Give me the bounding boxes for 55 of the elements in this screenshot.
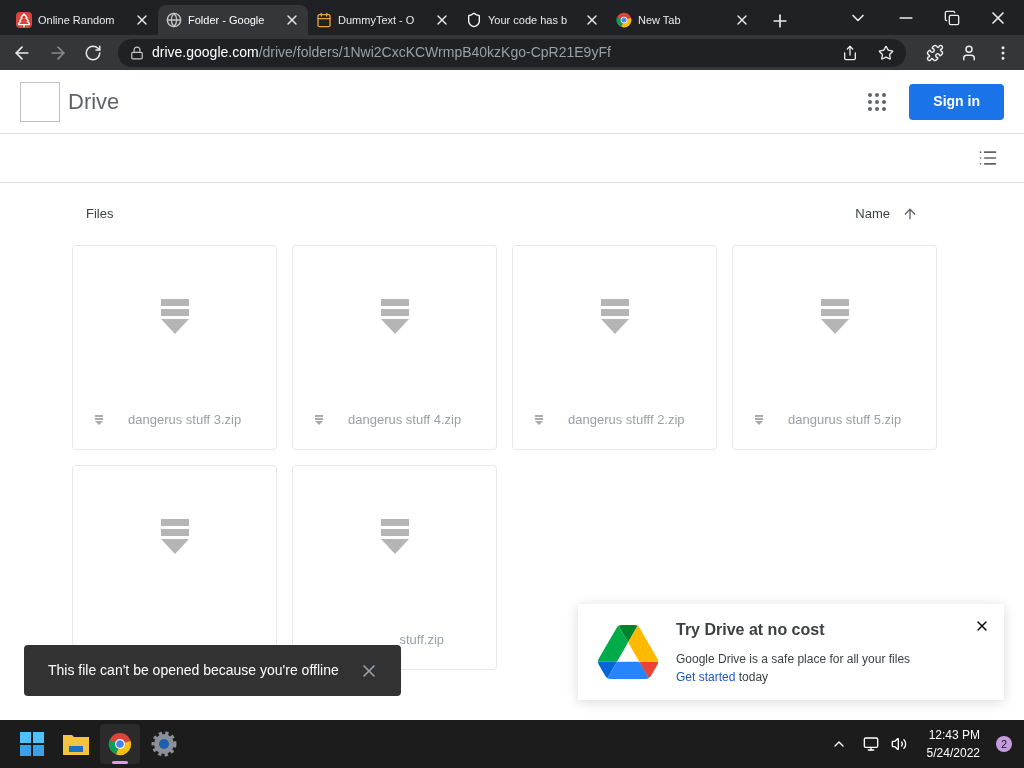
zip-icon	[535, 415, 543, 425]
chrome-logo-icon	[108, 732, 132, 756]
restore-icon[interactable]	[944, 9, 960, 26]
bookmark-star-icon[interactable]	[878, 44, 894, 61]
sort-label[interactable]: Name	[855, 204, 890, 224]
zip-icon	[315, 415, 323, 425]
tab-title: Your code has b	[488, 12, 568, 28]
tab-title: New Tab	[638, 12, 681, 28]
shield-icon	[466, 12, 482, 28]
sort-arrow-icon[interactable]	[902, 206, 918, 222]
tab-title: Online Random	[38, 12, 115, 28]
extensions-icon[interactable]	[926, 43, 944, 62]
list-view-icon[interactable]	[978, 148, 998, 168]
sign-in-button[interactable]: Sign in	[909, 83, 1004, 120]
profile-icon[interactable]	[960, 43, 978, 62]
share-icon[interactable]	[842, 44, 858, 61]
file-name: stuff.zip	[399, 631, 445, 650]
browser-tab[interactable]: DummyText - O	[308, 5, 458, 35]
get-started-link[interactable]: Get started	[676, 670, 736, 684]
notification-badge[interactable]: 2	[996, 736, 1012, 752]
reload-icon[interactable]	[84, 43, 102, 62]
section-heading: Files	[86, 205, 114, 224]
clock-time: 12:43 PM	[928, 727, 980, 744]
calendar-icon	[316, 12, 332, 28]
tab-title: Folder - Google	[188, 12, 265, 28]
tab-title: DummyText - O	[338, 12, 415, 28]
zip-icon	[95, 415, 103, 425]
browser-tab[interactable]: Folder - Google	[158, 5, 308, 35]
broken-image-icon	[20, 81, 60, 122]
volume-icon[interactable]	[890, 736, 907, 752]
address-bar[interactable]: drive.google.com/drive/folders/1Nwi2CxcKCWrmpB40kzKgo-CpR21E9yFf	[118, 38, 906, 67]
windows-start-icon[interactable]	[20, 732, 44, 756]
settings-icon[interactable]	[151, 731, 177, 757]
clock-date: 5/24/2022	[926, 745, 980, 762]
globe-icon	[166, 12, 182, 28]
drive-logo-icon	[598, 625, 658, 679]
promo-text: Google Drive is a safe place for all your files	[676, 651, 911, 668]
taskbar-app[interactable]	[100, 724, 140, 764]
network-icon[interactable]	[862, 736, 879, 752]
lock-icon	[130, 45, 144, 60]
chrome-logo-icon	[616, 12, 632, 28]
promo-text: Get started today	[676, 669, 770, 686]
zip-icon	[755, 415, 763, 425]
promo-title: Try Drive at no cost	[676, 620, 826, 640]
browser-tab[interactable]: Your code has b	[458, 5, 608, 35]
file-name: dangerus stuff 4.zip	[348, 411, 462, 430]
file-name: dangurus stuff 5.zip	[788, 411, 902, 430]
file-name: dangerus stuff 3.zip	[128, 411, 242, 430]
folder-icon[interactable]	[63, 733, 89, 755]
browser-tab[interactable]: Online Random	[8, 5, 158, 35]
tree-icon	[16, 12, 32, 28]
url-text: drive.google.com/drive/folders/1Nwi2CxcKCWrmpB40kzKgo-CpR21E9yFf	[152, 43, 611, 62]
app-title: Drive	[68, 88, 120, 116]
file-name: dangerus stufff 2.zip	[568, 411, 685, 430]
browser-tab[interactable]: New Tab	[608, 5, 758, 35]
